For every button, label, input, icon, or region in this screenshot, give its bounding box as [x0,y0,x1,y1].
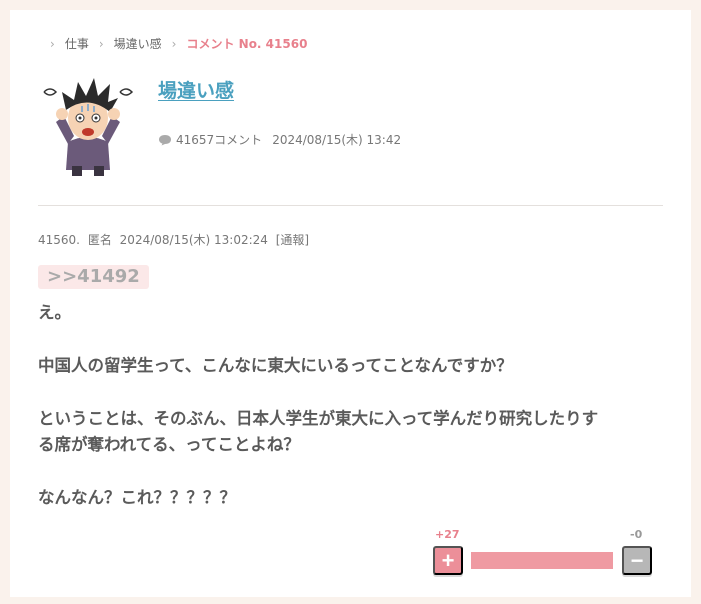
reply-anchor-link[interactable]: >>41492 [38,265,149,289]
comment-line: る席が奪われてる、ってことよね？ [38,435,300,454]
report-link[interactable]: [通報] [276,233,309,247]
speech-bubble-icon [159,134,171,145]
comment-line: え。 [38,303,71,322]
comment-header: 41560. 匿名 2024/08/15(木) 13:02:24 [通報] [38,231,313,248]
chevron-right-icon: › [171,36,177,51]
comment-number: 41560. [38,233,80,247]
breadcrumb-item-current: コメント No. 41560 [186,37,308,51]
comment-line: ということは、そのぶん、日本人学生が東大に入って学んだり研究したりす [38,409,599,428]
minus-vote-button[interactable]: − [622,546,652,575]
topic-date: 2024/08/15(木) 13:42 [272,133,402,147]
comment-line: 中国人の留学生って、こんなに東大にいるってことなんですか？ [38,356,513,375]
vote-ratio-bar [471,552,613,569]
breadcrumb-item-topic[interactable]: 場違い感 [114,35,162,52]
minus-vote-count: -0 [630,528,643,541]
breadcrumb: › 仕事 › 場違い感 › コメント No. 41560 [50,35,307,52]
comment-line: なんなん？これ？？？？？ [38,488,236,507]
topic-title-link[interactable]: 場違い感 [158,76,234,103]
comment-author: 匿名 [87,233,112,247]
comment-body: え。 中国人の留学生って、こんなに東大にいるってことなんですか？ ということは、… [38,300,668,511]
plus-vote-count: +27 [435,528,460,541]
topic-meta: 41657コメント 2024/08/15(木) 13:42 [158,131,401,148]
confused-man-illustration-icon [43,78,134,176]
comment-count: 41657コメント [176,133,263,147]
comment-timestamp: 2024/08/15(木) 13:02:24 [119,233,268,247]
chevron-right-icon: › [50,36,55,51]
chevron-right-icon: › [98,36,104,51]
vote-ratio-fill [471,552,613,569]
topic-thumbnail[interactable] [38,70,138,178]
breadcrumb-item-category[interactable]: 仕事 [65,35,89,52]
plus-vote-button[interactable]: + [433,546,463,575]
divider [38,205,663,206]
